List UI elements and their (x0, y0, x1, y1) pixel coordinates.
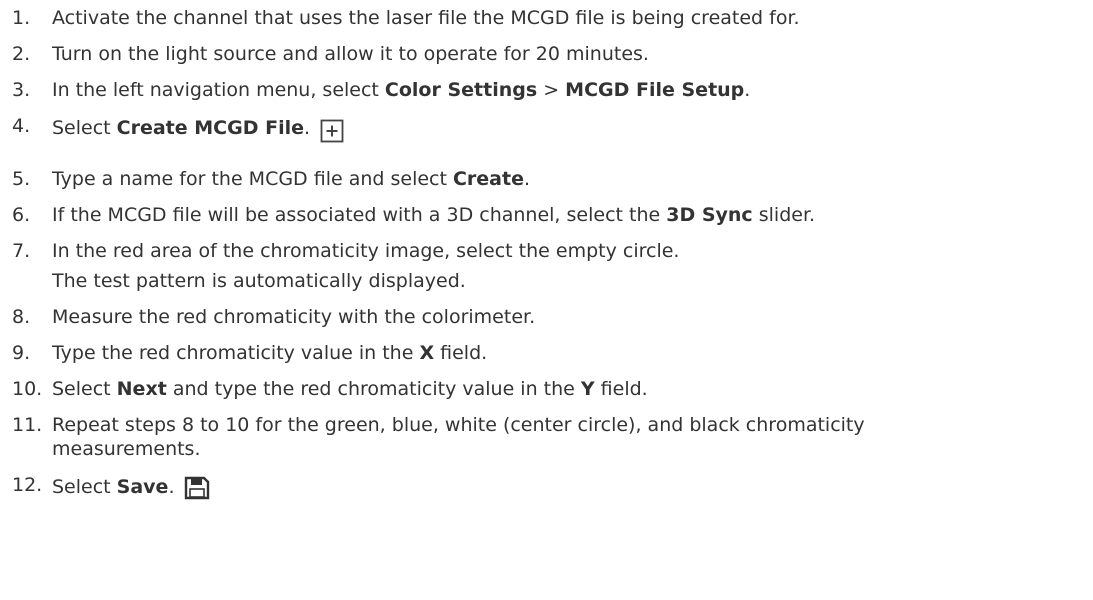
step-7: 7. In the red area of the chromaticity i… (0, 237, 679, 266)
step-3: 3. In the left navigation menu, select C… (0, 76, 750, 105)
step-text: Select Save. (52, 471, 210, 504)
ui-term-y: Y (580, 378, 595, 400)
step-9: 9. Type the red chromaticity value in th… (0, 339, 487, 368)
ui-term-3d-sync: 3D Sync (666, 204, 753, 226)
ui-term-mcgd-file-setup: MCGD File Setup (565, 79, 745, 101)
step-10: 10. Select Next and type the red chromat… (0, 375, 648, 404)
step-text: Select Next and type the red chromaticit… (52, 378, 648, 400)
ui-term-create-mcgd-file: Create MCGD File (116, 117, 304, 139)
step-text: Select Create MCGD File. (52, 112, 344, 145)
step-number: 11. (12, 414, 43, 436)
step-text: Measure the red chromaticity with the co… (52, 306, 536, 328)
step-number: 4. (12, 115, 31, 137)
ui-term-create: Create (452, 168, 524, 190)
step-5: 5. Type a name for the MCGD file and sel… (0, 165, 530, 194)
step-text: If the MCGD file will be associated with… (52, 204, 816, 226)
ui-term-x: X (419, 342, 435, 364)
step-number: 9. (12, 342, 31, 364)
step-4: 4. Select Create MCGD File. (0, 112, 344, 145)
step-7-result: The test pattern is automatically displa… (52, 270, 466, 292)
plus-box-icon (320, 119, 344, 152)
save-icon (184, 476, 210, 509)
step-number: 1. (12, 7, 31, 29)
ui-term-next: Next (116, 378, 167, 400)
step-number: 8. (12, 306, 31, 328)
step-12: 12. Select Save. (0, 471, 210, 504)
step-8: 8. Measure the red chromaticity with the… (0, 303, 535, 332)
ui-term-color-settings: Color Settings (384, 79, 538, 101)
step-number: 10. (12, 378, 43, 400)
step-text: Type the red chromaticity value in the X… (52, 342, 488, 364)
step-11-continuation: measurements. (52, 438, 201, 460)
step-number: 7. (12, 240, 31, 262)
step-text: Type a name for the MCGD file and select… (52, 168, 531, 190)
step-1: 1. Activate the channel that uses the la… (0, 4, 800, 33)
step-number: 2. (12, 43, 31, 65)
step-number: 3. (12, 79, 31, 101)
step-number: 12. (12, 474, 43, 496)
step-number: 5. (12, 168, 31, 190)
step-text: In the red area of the chromaticity imag… (52, 240, 680, 262)
ui-term-save: Save (116, 476, 169, 498)
step-2: 2. Turn on the light source and allow it… (0, 40, 649, 69)
step-number: 6. (12, 204, 31, 226)
step-text: In the left navigation menu, select Colo… (52, 79, 751, 101)
step-text: Turn on the light source and allow it to… (52, 43, 649, 65)
step-text: Activate the channel that uses the laser… (52, 7, 800, 29)
step-6: 6. If the MCGD file will be associated w… (0, 201, 815, 230)
